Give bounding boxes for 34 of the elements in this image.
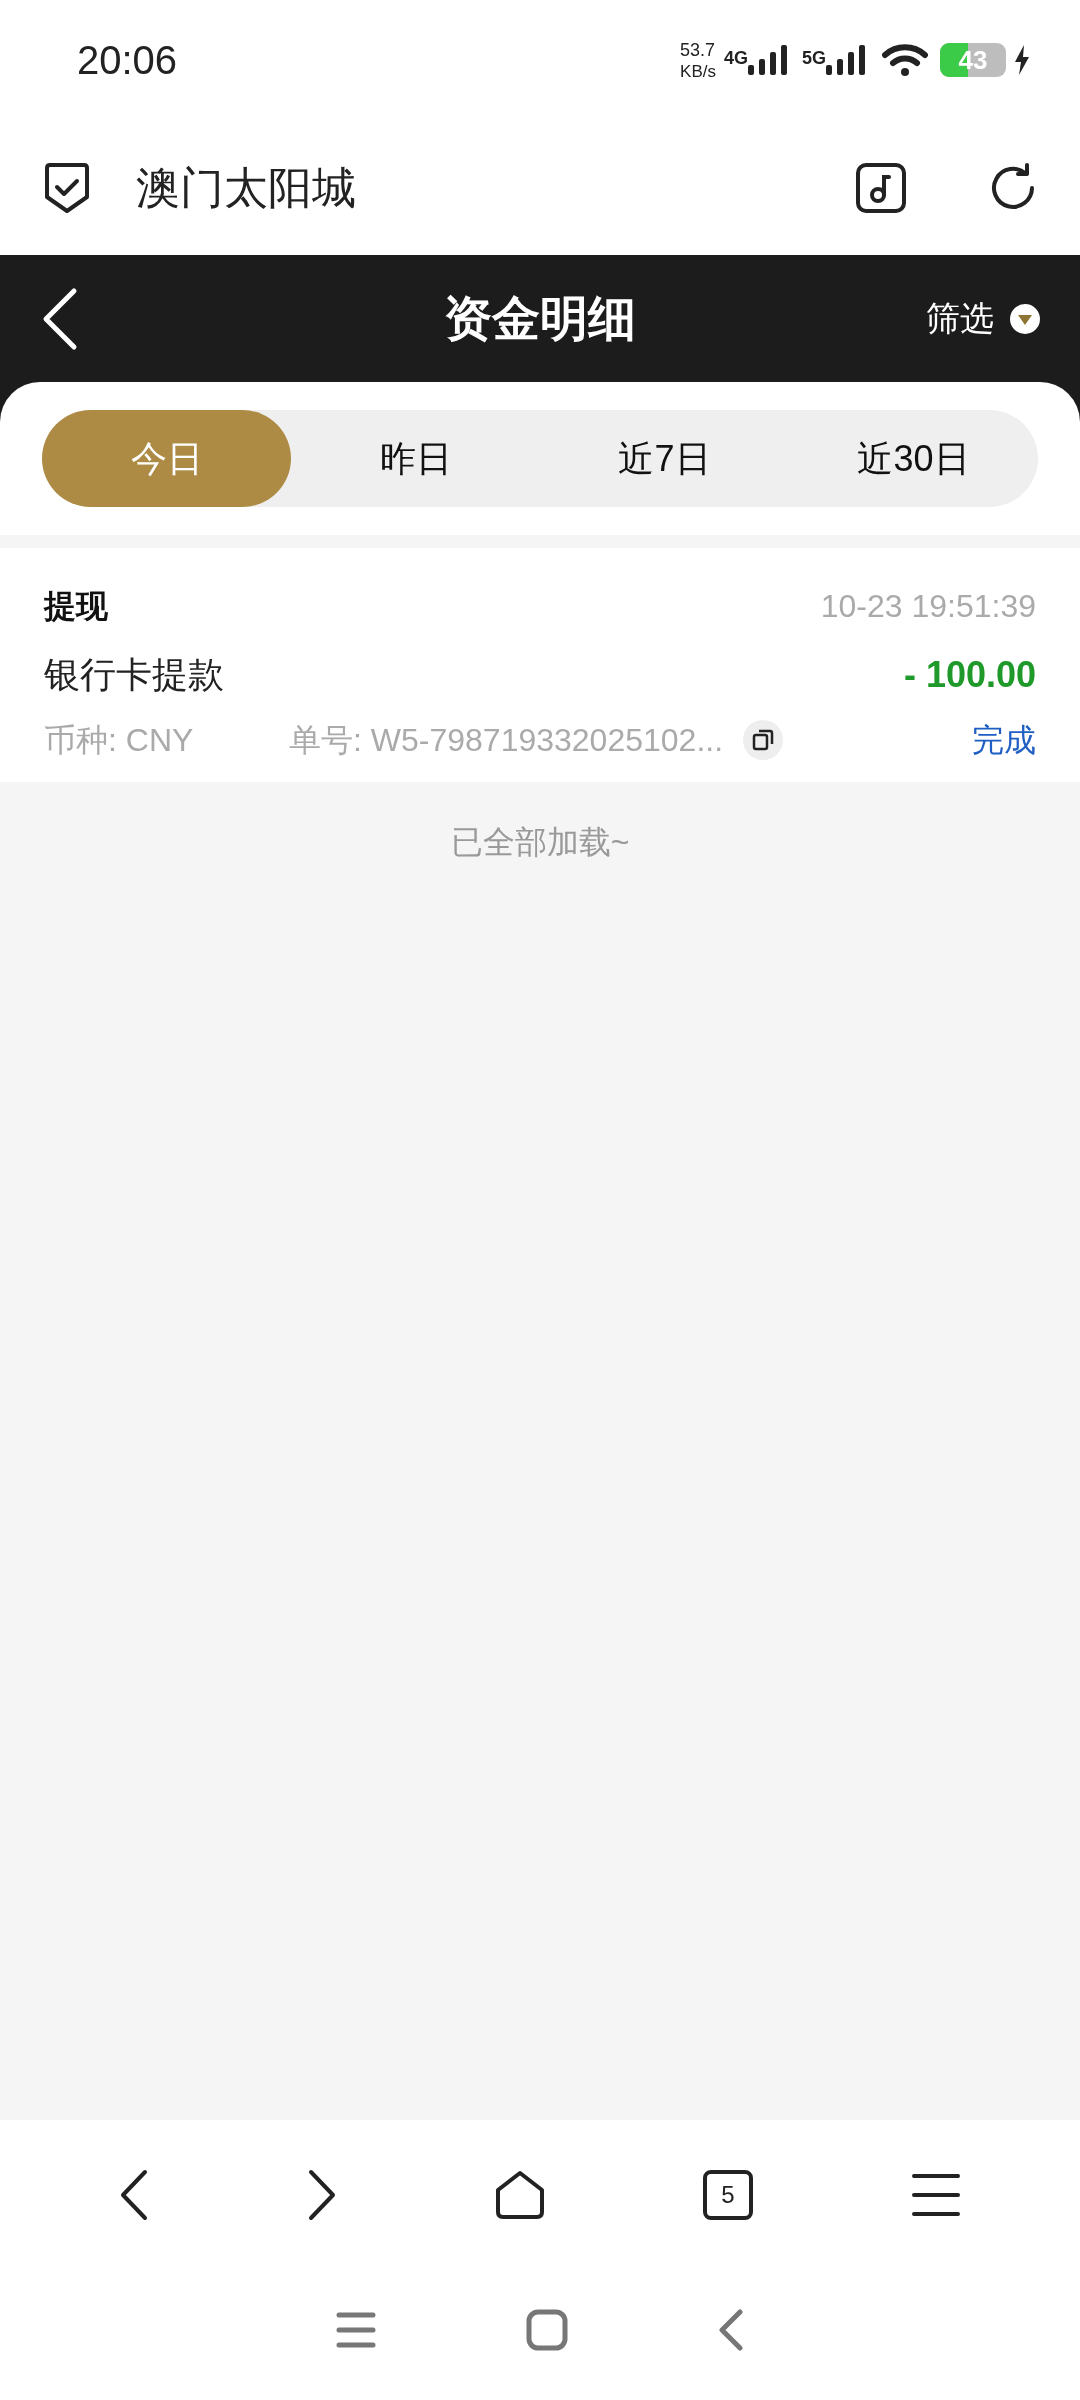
home-square-icon[interactable] [526,2309,568,2351]
wifi-icon [882,43,928,77]
network-type-label: 5G [802,47,826,70]
caret-down-icon [1010,303,1040,334]
date-range-tab[interactable]: 近7日 [540,410,789,507]
transaction-amount: - 100.00 [903,653,1036,697]
signal-icon [748,45,788,75]
site-title: 澳门太阳城 [136,161,356,214]
back-icon[interactable] [119,2169,149,2221]
date-range-tab[interactable]: 昨日 [291,410,540,507]
menu-icon[interactable] [911,2173,961,2217]
page-title: 资金明细 [444,290,636,347]
copy-icon [752,729,775,751]
order-number: 单号: W5-798719332025102... [289,721,724,760]
network-speed-unit: KB/s [680,62,716,80]
recent-apps-icon[interactable] [336,2312,376,2348]
signal-icon [826,45,866,75]
music-note-icon[interactable] [856,162,906,213]
transaction-description: 银行卡提款 [44,653,224,697]
forward-icon[interactable] [307,2169,337,2221]
transaction-status: 完成 [972,721,1036,760]
home-icon[interactable] [495,2170,545,2220]
date-range-tab[interactable]: 近30日 [789,410,1038,507]
currency-label: 币种: CNY [44,721,195,760]
tabs-count-button[interactable]: 5 [703,2170,753,2220]
transaction-time: 10-23 19:51:39 [820,587,1036,626]
end-of-list-message: 已全部加载~ [450,823,630,862]
network-type-label: 4G [723,47,748,70]
filter-button[interactable]: 筛选 [926,293,1040,344]
network-speed-value: 53.7 [680,40,716,59]
clock-time: 20:06 [77,37,178,84]
transaction-type: 提现 [44,587,108,626]
shield-check-icon[interactable] [42,160,92,215]
copy-button[interactable] [743,720,784,760]
